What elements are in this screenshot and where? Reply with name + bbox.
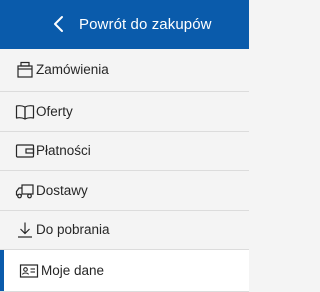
account-menu: Zamówienia Oferty Płatności Dostawy Do p… [0, 49, 249, 292]
box-icon [15, 60, 35, 80]
menu-item-offers[interactable]: Oferty [0, 92, 249, 132]
account-nav-panel: Powrót do zakupów Zamówienia Oferty Płat… [0, 0, 249, 292]
back-to-shopping-label: Powrót do zakupów [79, 16, 212, 33]
menu-item-my-data[interactable]: Moje dane [0, 250, 249, 292]
open-book-icon [15, 102, 35, 122]
menu-item-label: Oferty [36, 103, 73, 119]
menu-item-orders[interactable]: Zamówienia [0, 49, 249, 92]
menu-item-label: Moje dane [41, 262, 105, 278]
truck-icon [15, 181, 35, 201]
menu-item-label: Dostawy [36, 182, 88, 198]
download-icon [15, 220, 35, 240]
menu-item-label: Do pobrania [36, 222, 110, 237]
menu-item-downloads[interactable]: Do pobrania [0, 211, 249, 250]
menu-item-label: Zamówienia [36, 62, 109, 77]
back-to-shopping-button[interactable]: Powrót do zakupów [0, 0, 249, 49]
id-card-icon [19, 261, 39, 281]
menu-item-deliveries[interactable]: Dostawy [0, 171, 249, 211]
chevron-left-icon [53, 15, 65, 33]
menu-item-payments[interactable]: Płatności [0, 132, 249, 171]
menu-item-label: Płatności [36, 143, 91, 158]
wallet-icon [15, 141, 35, 161]
